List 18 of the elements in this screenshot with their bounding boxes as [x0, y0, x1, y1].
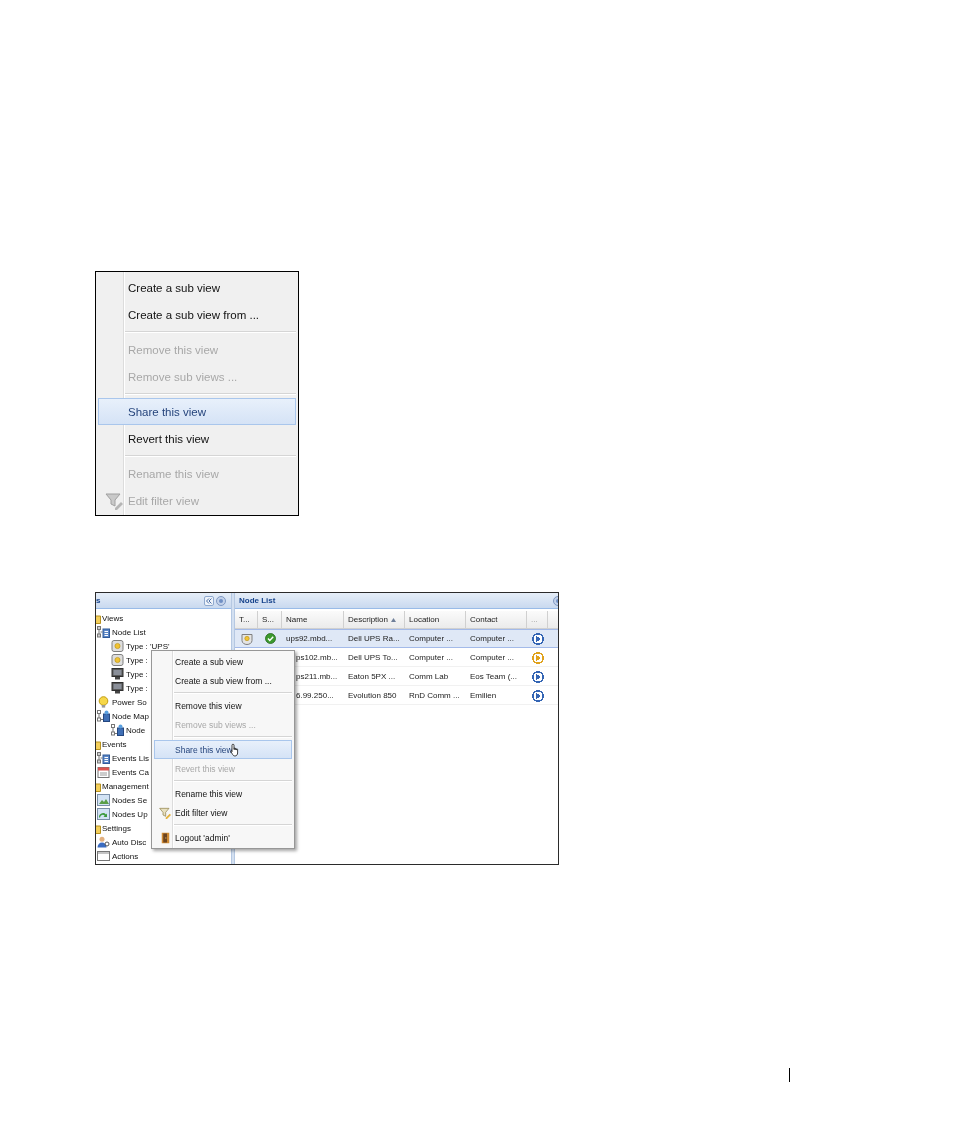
table-cell-text: Emilien	[469, 690, 498, 702]
table-cell-text: ups92.mbd...	[285, 633, 334, 645]
table-cell-text: Dell UPS Ra...	[347, 633, 401, 645]
table-cell-text: Dell UPS To...	[347, 652, 399, 664]
table-cell-text: Evolution 850	[347, 690, 398, 702]
table-cell-text: RnD Comm ...	[408, 690, 461, 702]
table-cell-text: ps211.mb...	[295, 671, 339, 683]
table-cell-text: Computer ...	[469, 633, 515, 645]
panel-title: Node List	[238, 596, 276, 605]
table-cell-text: Computer ...	[469, 652, 515, 664]
panel-title: s	[96, 596, 101, 605]
table-cell-text: ps102.mb...	[295, 652, 339, 664]
table-cell-text: Eos Team (...	[469, 671, 518, 683]
table-cell-text: 6.99.250...	[295, 690, 335, 702]
table-cell-text: Computer ...	[408, 633, 454, 645]
table-cell-text: Eaton 5PX ...	[347, 671, 397, 683]
table-cell-text: Comm Lab	[408, 671, 450, 683]
table-cell-text: Computer ...	[408, 652, 454, 664]
